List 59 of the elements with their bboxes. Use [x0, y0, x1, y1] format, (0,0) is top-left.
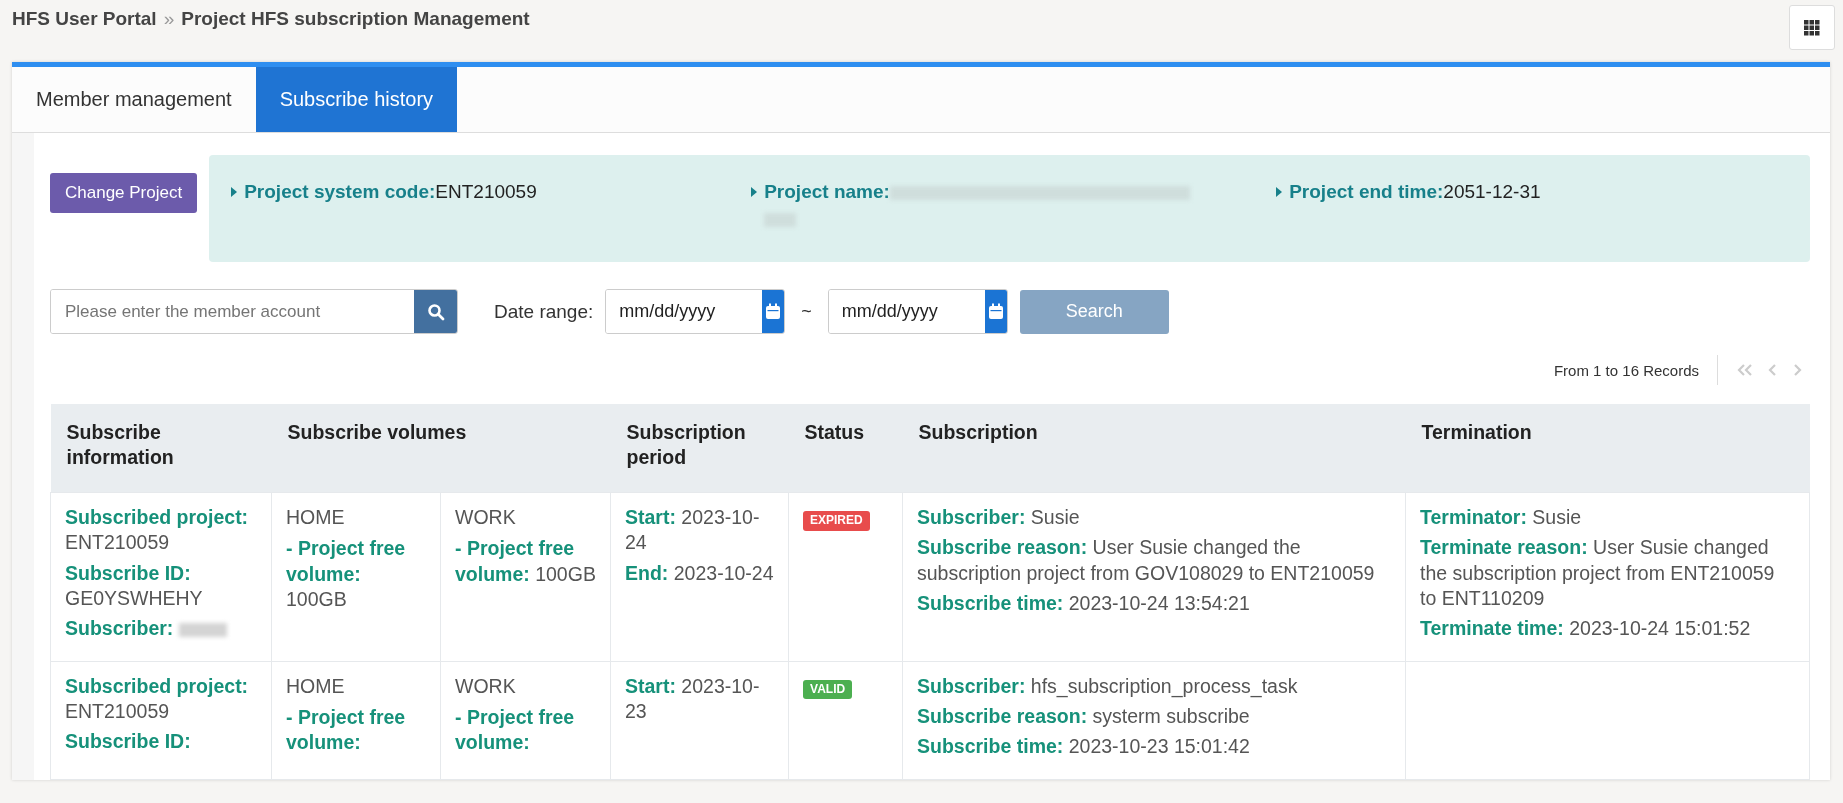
- tab[interactable]: Subscribe history: [255, 67, 458, 132]
- tab[interactable]: Member management: [12, 67, 256, 132]
- field-text: Start: 2023-10-23: [625, 673, 761, 725]
- first-page-icon[interactable]: [1736, 363, 1754, 377]
- field-text: Subscriber: hfs_subscription_process_task: [917, 673, 1299, 700]
- change-project-button[interactable]: Change Project: [50, 173, 198, 213]
- field-text: Subscriber: Susie: [917, 505, 1081, 530]
- calendar-icon: [987, 303, 1004, 320]
- volume-name: WORK: [455, 505, 517, 530]
- apps-button[interactable]: [1789, 5, 1835, 50]
- date-range-label: Date range:: [494, 300, 594, 323]
- field-text: Subscribe reason: User Susie changed the subscription project from GOV108029 to ENT210059: [917, 535, 1376, 586]
- next-page-icon[interactable]: [1792, 363, 1802, 377]
- grid-icon: [1804, 19, 1820, 36]
- breadcrumb-separator: »: [163, 8, 175, 30]
- volume-label: - Project free volume:: [455, 706, 575, 754]
- field-text: Subscribed project: ENT210059: [65, 505, 250, 556]
- breadcrumb-item[interactable]: Project HFS subscription Management: [181, 8, 530, 30]
- field-label: Subscriber:: [65, 617, 174, 640]
- info-label: Project name:: [764, 181, 890, 202]
- field-text: Subscribe reason: systerm subscribe: [917, 704, 1251, 730]
- field-text: Terminate reason: User Susie changed the subscription project from ENT210059 to ENT110209: [1420, 535, 1776, 612]
- field-label: Subscribe ID:: [65, 730, 191, 753]
- column-header: Subscribe information: [66, 421, 174, 469]
- field-text: Terminator: Susie: [1420, 505, 1583, 530]
- info-text: Project system code:ENT210059: [244, 181, 537, 203]
- volume-name: HOME: [286, 505, 346, 530]
- info-text: Project end time:2051-12-31: [1289, 181, 1541, 203]
- previous-page-icon[interactable]: [1768, 363, 1778, 377]
- field-text: Subscribe time: 2023-10-24 13:54:21: [917, 591, 1251, 617]
- volume-name: WORK: [455, 673, 517, 699]
- status-badge: VALID: [803, 679, 853, 700]
- field-text: Terminate time: 2023-10-24 15:01:52: [1420, 616, 1752, 642]
- volume-text: - Project free volume: 100GB: [286, 536, 407, 613]
- caret-icon: [231, 186, 239, 198]
- records-count: From 1 to 16 Records: [1553, 361, 1699, 379]
- breadcrumb-item[interactable]: HFS User Portal: [12, 8, 157, 30]
- column-header: Status: [804, 421, 865, 443]
- search-icon: [426, 302, 445, 321]
- date-to-field[interactable]: mm/dd/yyyy: [827, 289, 1008, 334]
- date-from-field[interactable]: mm/dd/yyyy: [605, 289, 786, 334]
- field-text: Subscribed project: ENT210059: [65, 673, 250, 725]
- volume-name: HOME: [286, 673, 346, 699]
- caret-icon: [1276, 186, 1284, 198]
- calendar-icon: [765, 303, 782, 320]
- caret-icon: [751, 186, 759, 198]
- column-header: Subscription: [918, 421, 1038, 443]
- status-badge: EXPIRED: [803, 511, 870, 531]
- account-search-field[interactable]: Please enter the member account: [50, 289, 458, 334]
- column-header: Subscribe volumes: [287, 421, 467, 443]
- column-header: Termination: [1421, 421, 1532, 443]
- field-text: Start: 2023-10-24: [625, 505, 761, 556]
- field-text: End: 2023-10-24: [625, 560, 774, 586]
- field-text: Subscribe ID: GE0YSWHEHY: [65, 560, 204, 612]
- volume-label: - Project free volume:: [286, 706, 406, 754]
- column-header: Subscription period: [626, 421, 746, 469]
- volume-text: - Project free volume: 100GB: [455, 536, 596, 587]
- field-text: Subscribe time: 2023-10-23 15:01:42: [917, 734, 1251, 760]
- range-separator: ~: [801, 301, 812, 322]
